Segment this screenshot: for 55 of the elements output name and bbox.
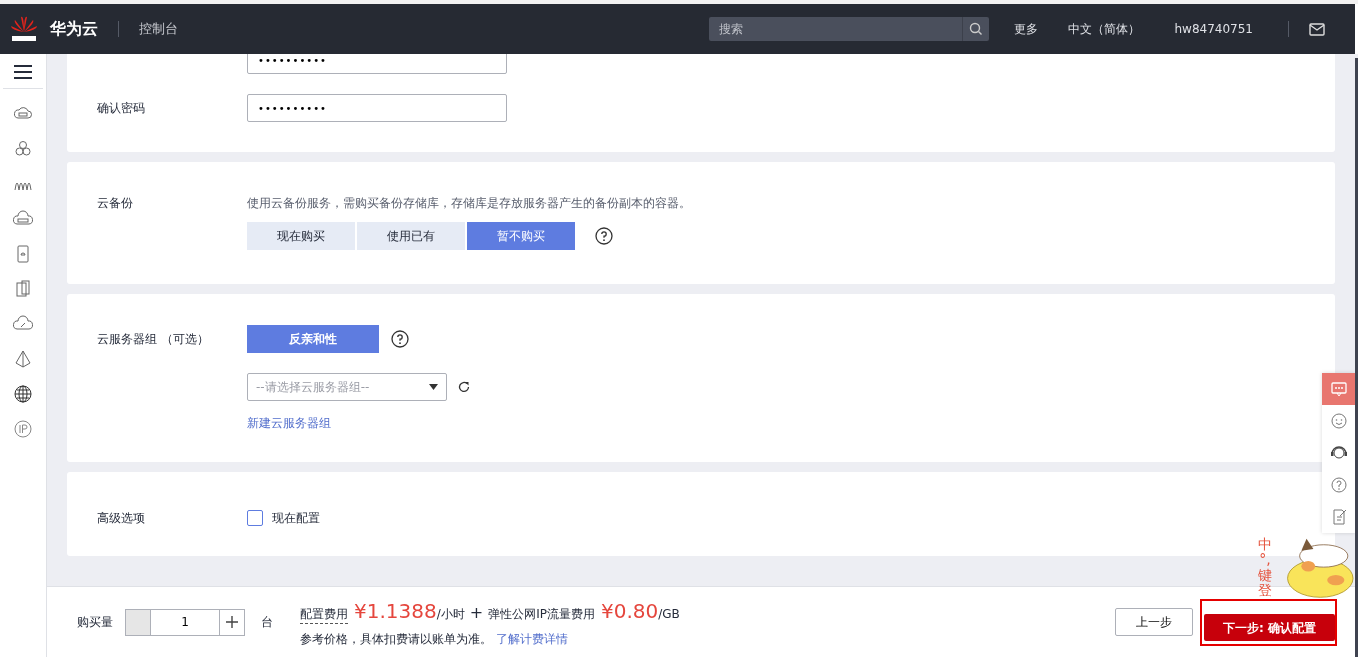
quantity-stepper[interactable]: 1 (125, 608, 245, 636)
price-unit: /小时 (436, 607, 465, 623)
unit-text: 台 (261, 614, 273, 631)
refresh-icon[interactable] (458, 381, 470, 393)
quantity-label: 购买量 (77, 614, 113, 631)
search-icon (968, 22, 983, 36)
chat-icon (1329, 380, 1348, 398)
pricing-link[interactable]: 了解计费详情 (495, 632, 568, 646)
price-text: ¥1.1388 (354, 598, 437, 625)
next-button[interactable]: 下一步: 确认配置 (1204, 614, 1335, 641)
header-link[interactable]: 中文（简体） (1067, 20, 1140, 38)
fee-label: 弹性公网IP流量费用 (488, 606, 595, 623)
search-field[interactable]: 搜索 (708, 17, 962, 41)
option-tab[interactable]: 暂不购买 (467, 222, 575, 250)
smile-icon (1329, 412, 1348, 430)
logo-icon[interactable] (10, 14, 38, 44)
globe-icon[interactable] (13, 384, 33, 404)
quantity-field[interactable]: 1 (150, 609, 220, 635)
brand-name: 华为云 (50, 18, 98, 40)
documents-icon[interactable] (13, 279, 33, 299)
header-link[interactable]: 更多 (1013, 20, 1038, 38)
option-tab[interactable]: 现在购买 (247, 222, 355, 250)
checkbox-label[interactable]: 现在配置 (272, 509, 320, 527)
password-field[interactable]: •••••••••• (247, 94, 507, 122)
chat-button[interactable] (1322, 373, 1355, 405)
help-icon[interactable] (595, 227, 613, 245)
field-label: 云备份 (97, 196, 133, 210)
mail-icon[interactable] (1309, 22, 1325, 36)
price-text: ¥0.80 (600, 598, 659, 625)
search-button[interactable] (961, 17, 989, 41)
field-label: 确认密码 (97, 101, 145, 115)
fee-label[interactable]: 配置费用 (300, 605, 348, 624)
plus-text: + (469, 602, 484, 624)
console-link[interactable]: 控制台 (139, 19, 178, 39)
option-tab[interactable]: 反亲和性 (247, 325, 379, 353)
header-link[interactable]: hw84740751 (1174, 20, 1253, 38)
help-icon[interactable] (391, 330, 409, 348)
price-unit: /GB (658, 607, 680, 623)
description-text: 使用云备份服务，需购买备份存储库，存储库是存放服务器产生的备份副本的容器。 (247, 195, 691, 212)
circles-icon[interactable] (13, 139, 33, 159)
option-tab[interactable]: 使用已有 (357, 222, 465, 250)
ip-icon[interactable] (13, 419, 33, 439)
note-text: 参考价格，具体扣费请以账单为准。 (300, 632, 492, 646)
create-group-link[interactable]: 新建云服务器组 (247, 416, 331, 430)
help-icon (1329, 476, 1348, 494)
previous-button[interactable]: 上一步 (1115, 608, 1193, 636)
field-label: 云服务器组 （可选） (97, 332, 209, 346)
field-label: 高级选项 (97, 511, 145, 525)
password-field[interactable]: •••••••••• (247, 54, 507, 74)
checkbox[interactable] (247, 510, 263, 526)
menu-icon[interactable] (13, 64, 33, 80)
pyramid-icon[interactable] (13, 349, 33, 369)
caret-icon (429, 384, 438, 390)
headset-icon (1329, 444, 1348, 462)
ime-status-text[interactable]: 中 °, 键 登 (1250, 537, 1280, 599)
